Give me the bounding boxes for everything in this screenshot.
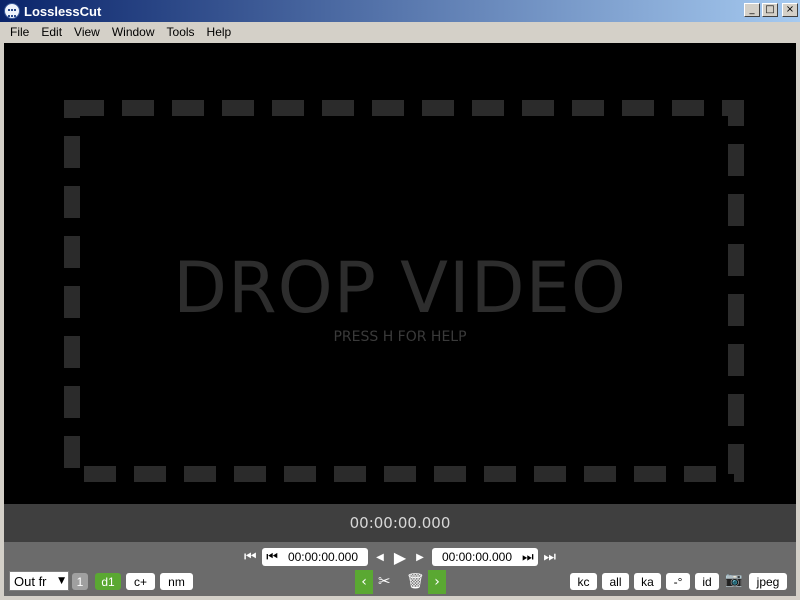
- minimize-button[interactable]: _: [744, 3, 760, 17]
- output-format-select[interactable]: Out fr ▼: [9, 571, 69, 591]
- all-button[interactable]: all: [602, 573, 629, 590]
- id-button[interactable]: id: [695, 573, 719, 590]
- d1-button[interactable]: d1: [95, 573, 121, 590]
- menu-file[interactable]: File: [4, 25, 35, 39]
- segment-number[interactable]: 1: [72, 573, 88, 590]
- menu-edit[interactable]: Edit: [35, 25, 68, 39]
- maximize-button[interactable]: □: [762, 3, 778, 17]
- output-format-value: Out fr: [14, 573, 47, 589]
- menu-window[interactable]: Window: [106, 25, 161, 39]
- step-back-icon[interactable]: ◀: [372, 548, 388, 566]
- chevron-right-icon[interactable]: ›: [428, 570, 446, 594]
- segment-controls: Out fr ▼ 1 d1 c+ nm ‹ ✂ 🗑 › kc all ka -°…: [4, 570, 796, 594]
- trash-icon[interactable]: 🗑: [406, 572, 425, 590]
- drop-zone[interactable]: DROP VIDEO PRESS H FOR HELP: [4, 43, 796, 504]
- jpeg-button[interactable]: jpeg: [749, 573, 787, 590]
- timeline-bar[interactable]: 00:00:00.000: [4, 504, 796, 542]
- menu-help[interactable]: Help: [201, 25, 238, 39]
- menu-tools[interactable]: Tools: [161, 25, 201, 39]
- skip-end-icon[interactable]: ⏭: [542, 548, 558, 566]
- chevron-down-icon: ▼: [58, 576, 65, 586]
- play-icon[interactable]: ▶: [392, 548, 408, 567]
- step-forward-icon[interactable]: ▶: [412, 548, 428, 566]
- drop-video-title: DROP VIDEO: [173, 247, 627, 329]
- cut-end-icon[interactable]: ⏭: [522, 550, 534, 565]
- cut-end-field: ⏭: [432, 548, 538, 566]
- cut-start-icon[interactable]: ⏮: [266, 550, 278, 565]
- menu-bar: File Edit View Window Tools Help: [0, 22, 800, 42]
- cut-end-time-input[interactable]: [436, 550, 518, 564]
- controls-panel: ⏮ ⏮ ◀ ▶ ▶ ⏭ ⏭ Out fr ▼ 1 d1 c+ nm ‹ ✂ 🗑 …: [4, 542, 796, 596]
- camera-icon[interactable]: 📷: [725, 572, 742, 588]
- scissors-icon[interactable]: ✂: [378, 572, 391, 590]
- app-icon: [4, 3, 20, 19]
- current-time: 00:00:00.000: [349, 514, 451, 532]
- skip-start-icon[interactable]: ⏮: [242, 548, 258, 566]
- window-controls: _ □ ×: [744, 3, 798, 17]
- nm-button[interactable]: nm: [160, 573, 193, 590]
- window-title: LosslessCut: [24, 3, 102, 19]
- chevron-left-icon[interactable]: ‹: [355, 570, 373, 594]
- rotate-button[interactable]: -°: [666, 573, 690, 590]
- help-hint: PRESS H FOR HELP: [333, 329, 467, 345]
- cut-start-field: ⏮: [262, 548, 368, 566]
- close-button[interactable]: ×: [782, 3, 798, 17]
- kc-button[interactable]: kc: [570, 573, 597, 590]
- c-plus-button[interactable]: c+: [126, 573, 155, 590]
- menu-view[interactable]: View: [68, 25, 106, 39]
- cut-start-time-input[interactable]: [282, 550, 364, 564]
- ka-button[interactable]: ka: [634, 573, 661, 590]
- title-bar: LosslessCut _ □ ×: [0, 0, 800, 22]
- playback-controls: ⏮ ⏮ ◀ ▶ ▶ ⏭ ⏭: [4, 546, 796, 568]
